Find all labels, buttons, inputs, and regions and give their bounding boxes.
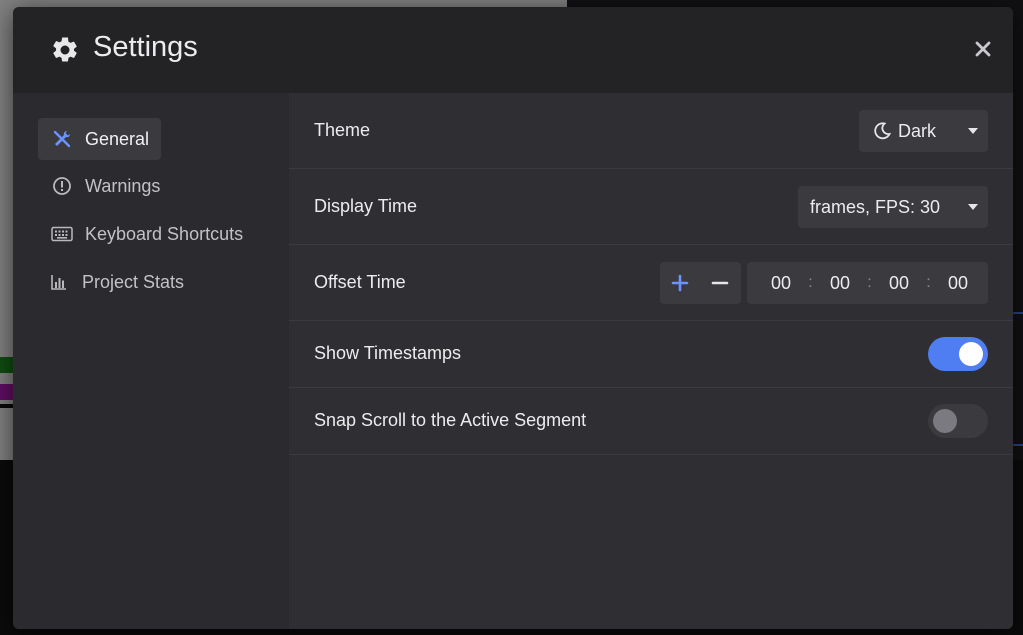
sidebar-item-label: General <box>85 128 150 149</box>
setting-row-display-time: Display Time frames, FPS: 30 <box>289 169 1013 245</box>
setting-row-show-timestamps: Show Timestamps <box>289 321 1013 388</box>
show-timestamps-toggle[interactable] <box>928 337 988 371</box>
setting-label: Theme <box>314 120 371 140</box>
snap-scroll-toggle[interactable] <box>928 404 988 438</box>
offset-plus-button[interactable] <box>660 262 700 304</box>
offset-frames[interactable]: 00 <box>936 273 980 294</box>
chevron-down-icon <box>968 204 978 210</box>
close-button[interactable] <box>971 37 995 61</box>
theme-value: Dark <box>898 120 937 141</box>
dialog-title: Settings <box>93 31 198 63</box>
sidebar-item-label: Project Stats <box>82 271 185 292</box>
offset-minus-button[interactable] <box>700 262 740 304</box>
minus-icon <box>711 281 729 285</box>
gear-icon <box>50 35 80 65</box>
setting-row-offset-time: Offset Time 00 : 00 : 00: 00 <box>289 245 1013 321</box>
display-time-select[interactable]: frames, FPS: 30 <box>798 186 988 228</box>
offset-seconds[interactable]: 00 <box>877 273 921 294</box>
offset-minutes[interactable]: 00 <box>818 273 862 294</box>
toggle-knob <box>959 342 983 366</box>
sidebar-item-warnings[interactable]: Warnings <box>38 165 172 207</box>
keyboard-icon <box>51 223 73 245</box>
plus-icon <box>671 274 689 292</box>
offset-time-input[interactable]: 00 : 00 : 00 : 00 <box>747 262 988 304</box>
sidebar-item-keyboard-shortcuts[interactable]: Keyboard Shortcuts <box>38 213 255 255</box>
sidebar-item-label: Warnings <box>85 175 161 196</box>
setting-row-snap-scroll: Snap Scroll to the Active Segment <box>289 388 1013 455</box>
time-separator: : <box>808 274 813 291</box>
setting-label: Offset Time <box>314 272 406 292</box>
theme-select[interactable]: Dark <box>859 110 988 152</box>
display-time-value: frames, FPS: 30 <box>810 196 941 217</box>
dialog-header: Settings <box>13 7 1013 93</box>
setting-label: Display Time <box>314 196 418 216</box>
settings-dialog: Settings General Warnings Keyboard Short… <box>13 7 1013 629</box>
sidebar-item-label: Keyboard Shortcuts <box>85 223 244 244</box>
tools-icon <box>51 128 73 150</box>
setting-row-theme: Theme Dark <box>289 93 1013 169</box>
bar-chart-icon <box>48 271 70 293</box>
sidebar-item-general[interactable]: General <box>38 118 162 160</box>
warning-circle-icon <box>51 175 73 197</box>
setting-label: Show Timestamps <box>314 343 462 363</box>
toggle-knob <box>933 409 957 433</box>
chevron-down-icon <box>968 128 978 134</box>
moon-icon <box>874 122 891 140</box>
offset-hours[interactable]: 00 <box>759 273 803 294</box>
settings-sidebar: General Warnings Keyboard Shortcuts Proj… <box>13 93 289 629</box>
time-separator: : <box>926 274 931 291</box>
close-icon <box>975 41 991 57</box>
settings-content: Theme Dark Display Time frames, FPS: 30 … <box>289 93 1013 629</box>
offset-sign-stepper <box>660 262 741 304</box>
sidebar-item-project-stats[interactable]: Project Stats <box>35 261 196 303</box>
time-separator: : <box>867 274 872 291</box>
setting-label: Snap Scroll to the Active Segment <box>314 410 587 430</box>
